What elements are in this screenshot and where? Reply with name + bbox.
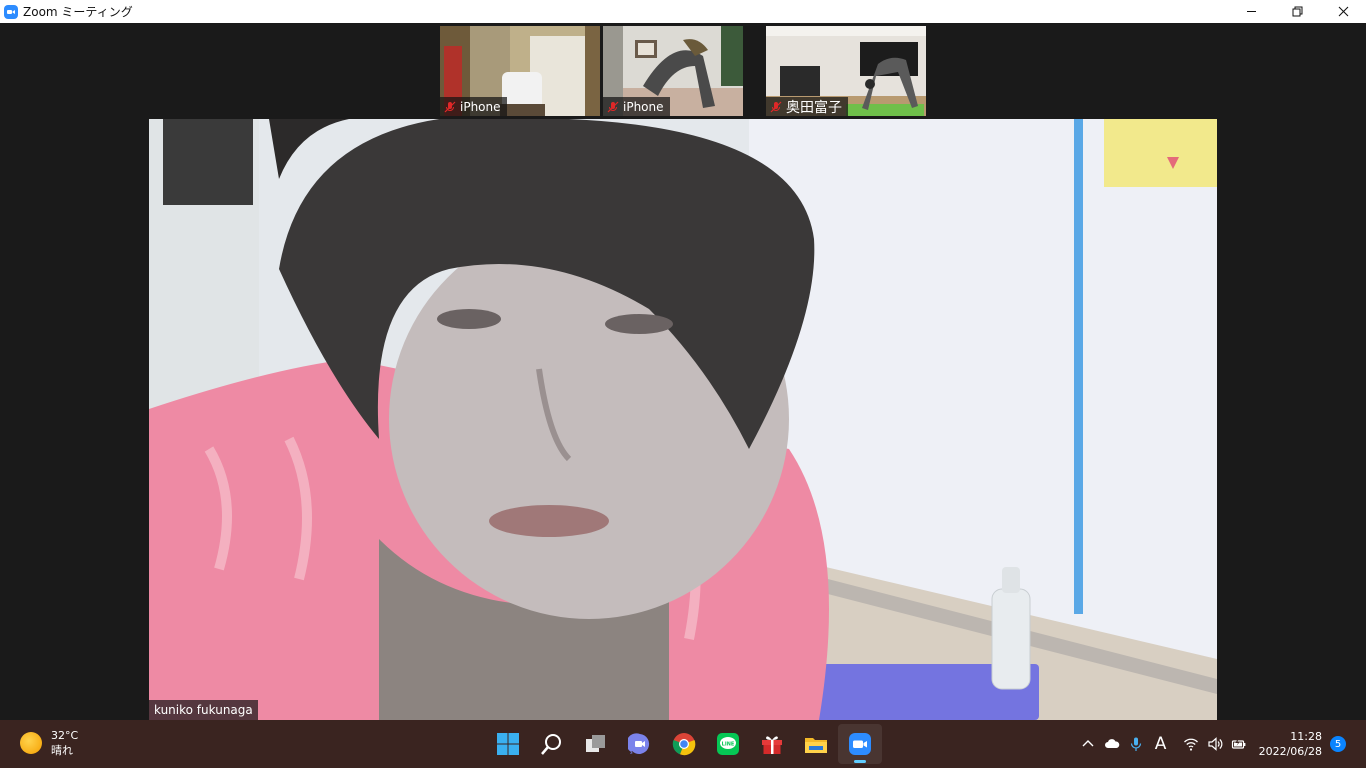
minimize-button[interactable] — [1228, 0, 1274, 23]
file-explorer-button[interactable] — [794, 724, 838, 764]
chrome-icon — [672, 733, 696, 756]
speaker-icon — [1207, 737, 1222, 751]
line-button[interactable]: LINE — [706, 724, 750, 764]
participant-name: iPhone — [623, 99, 664, 114]
title-bar: Zoom ミーティング — [0, 0, 1366, 23]
windows-taskbar: 32°C 晴れ LINE A 11:28 2022/06/28 5 — [0, 720, 1366, 768]
notification-center-badge[interactable]: 5 — [1330, 736, 1346, 752]
participant-thumbnail[interactable]: iPhone — [603, 26, 743, 116]
close-button[interactable] — [1320, 0, 1366, 23]
zoom-app-icon — [4, 4, 18, 19]
meeting-stage: iPhone iPhone 奥田富子 kuniko fukunaga — [0, 23, 1366, 720]
wifi-icon — [1183, 738, 1198, 751]
microphone-button[interactable] — [1125, 733, 1147, 755]
zoom-icon — [849, 733, 871, 755]
gift-app-button[interactable] — [750, 724, 794, 764]
task-view-icon — [586, 735, 605, 752]
speaker-name: kuniko fukunaga — [154, 703, 253, 717]
teams-chat-button[interactable] — [618, 724, 662, 764]
chrome-button[interactable] — [662, 724, 706, 764]
line-icon: LINE — [717, 733, 739, 755]
microphone-icon — [1130, 737, 1141, 751]
task-view-button[interactable] — [574, 724, 618, 764]
taskbar-apps: LINE — [486, 720, 882, 768]
folder-icon — [805, 738, 827, 753]
muted-mic-icon — [770, 101, 782, 112]
participant-thumbnail[interactable]: 奥田富子 — [766, 26, 926, 116]
svg-text:LINE: LINE — [722, 742, 735, 748]
restore-icon — [1292, 6, 1302, 17]
chevron-up-icon — [1082, 740, 1094, 747]
search-icon — [541, 734, 561, 755]
ime-indicator[interactable]: A — [1149, 733, 1173, 755]
start-button[interactable] — [486, 724, 530, 764]
zoom-taskbar-button[interactable] — [838, 724, 882, 764]
windows-start-icon — [497, 733, 519, 755]
speaker-name-label: kuniko fukunaga — [149, 700, 258, 720]
battery-button[interactable] — [1228, 733, 1250, 755]
search-button[interactable] — [530, 724, 574, 764]
weather-temperature: 32°C — [51, 729, 79, 742]
sun-icon — [20, 732, 42, 754]
onedrive-button[interactable] — [1101, 733, 1123, 755]
clock[interactable]: 11:28 2022/06/28 — [1259, 729, 1322, 759]
volume-button[interactable] — [1204, 733, 1226, 755]
participant-name: iPhone — [460, 99, 501, 114]
network-button[interactable] — [1180, 733, 1202, 755]
participant-name: 奥田富子 — [786, 99, 842, 116]
weather-widget[interactable]: 32°C 晴れ — [20, 728, 78, 758]
system-tray: A 11:28 2022/06/28 5 — [1076, 720, 1366, 768]
teams-chat-icon — [628, 733, 650, 754]
notification-count: 5 — [1334, 738, 1342, 750]
speaker-video-frame — [149, 119, 1217, 720]
restore-button[interactable] — [1274, 0, 1320, 23]
active-speaker-video[interactable]: kuniko fukunaga — [149, 119, 1217, 720]
cloud-icon — [1104, 739, 1119, 748]
minimize-icon — [1246, 11, 1256, 12]
ime-label: A — [1154, 734, 1167, 754]
show-hidden-icons-button[interactable] — [1077, 733, 1099, 755]
muted-mic-icon — [607, 101, 619, 112]
window-title: Zoom ミーティング — [23, 5, 133, 19]
close-icon — [1338, 6, 1348, 17]
clock-time: 11:28 — [1290, 730, 1322, 743]
battery-charging-icon — [1231, 738, 1245, 749]
muted-mic-icon — [444, 101, 456, 112]
clock-date: 2022/06/28 — [1258, 745, 1322, 758]
gift-icon — [762, 736, 782, 754]
participant-thumbnail[interactable]: iPhone — [440, 26, 600, 116]
weather-condition: 晴れ — [51, 744, 73, 757]
